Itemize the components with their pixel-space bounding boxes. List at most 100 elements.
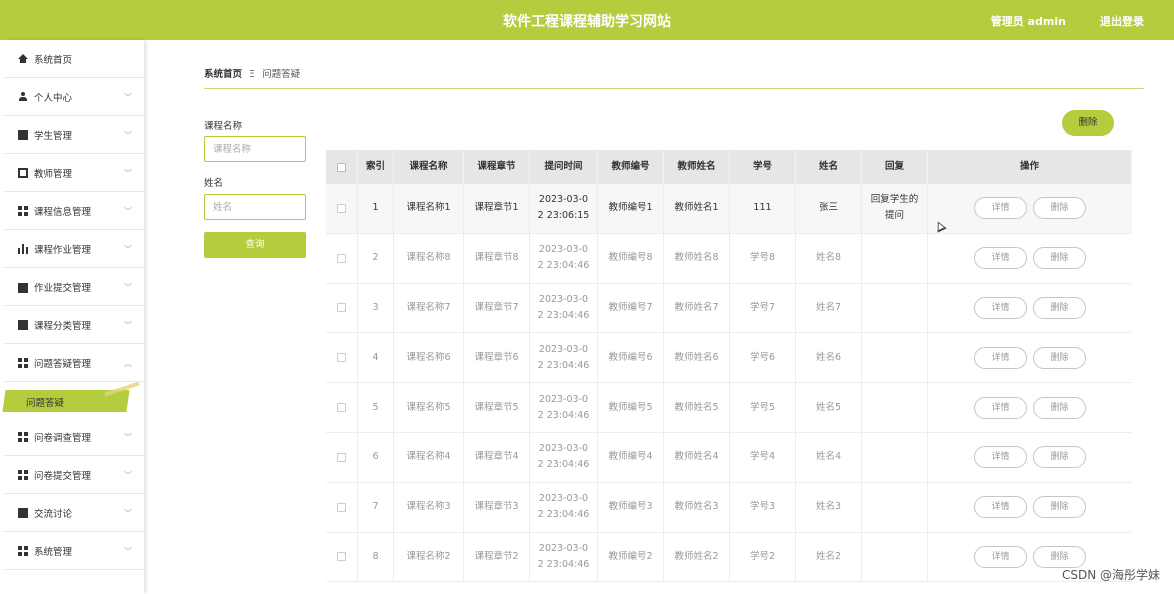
cell-course: 课程名称5 (394, 383, 464, 432)
detail-button[interactable]: 详情 (974, 396, 1027, 419)
sidebar-item-course-category[interactable]: 课程分类管理 ﹀ (4, 306, 144, 344)
sidebar-item-students[interactable]: 学生管理 ﹀ (4, 116, 144, 154)
sidebar-item-label: 课程分类管理 (34, 320, 92, 332)
row-select[interactable] (326, 184, 358, 233)
checkbox[interactable] (337, 253, 346, 263)
delete-button[interactable]: 删除 (1033, 247, 1086, 270)
detail-button[interactable]: 详情 (974, 545, 1027, 568)
cell-time: 2023-03-0 2 23:04:46 (530, 383, 598, 432)
delete-button[interactable]: 删除 (1033, 296, 1086, 319)
cell-student-no: 学号4 (730, 432, 796, 482)
table-row[interactable]: 5 课程名称5 课程章节5 2023-03-0 2 23:04:46 教师编号5 教师姓名… (326, 383, 1132, 433)
row-actions: 详情 删除 (928, 483, 1132, 532)
batch-delete-button[interactable]: 删除 (1062, 110, 1114, 136)
breadcrumb-separator: Ξ (249, 69, 256, 80)
bar-chart-icon (18, 243, 28, 254)
table-row[interactable]: 2 课程名称8 课程章节8 2023-03-0 2 23:04:46 教师编号8 教师姓名… (326, 233, 1132, 284)
sidebar-item-teachers[interactable]: 教师管理 ﹀ (4, 154, 144, 192)
cell-student-no: 学号7 (730, 283, 796, 333)
table-row[interactable]: 6 课程名称4 课程章节4 2023-03-0 2 23:04:46 教师编号4 教师姓名… (326, 432, 1132, 483)
row-select[interactable] (326, 383, 358, 432)
checkbox[interactable] (337, 162, 346, 172)
cell-chapter: 课程章节5 (464, 383, 530, 432)
cell-name: 姓名3 (796, 482, 862, 532)
detail-button[interactable]: 详情 (974, 197, 1027, 220)
table-row[interactable]: 1 课程名称1 课程章节1 2023-03-0 2 23:06:15 教师编号1 教师姓名… (326, 184, 1132, 234)
cell-chapter: 课程章节2 (464, 532, 530, 582)
row-select[interactable] (326, 283, 358, 333)
cell-index: 3 (358, 283, 394, 333)
checkbox[interactable] (337, 552, 346, 562)
cell-reply (862, 233, 928, 283)
detail-button[interactable]: 详情 (974, 247, 1027, 270)
sidebar-subitem-qa[interactable]: 问题答疑 (2, 381, 144, 418)
sidebar-item-personal-center[interactable]: 个人中心 ﹀ (4, 78, 144, 116)
header-cell: 索引 (358, 150, 394, 184)
logout-link[interactable]: 退出登录 (1100, 13, 1144, 29)
row-select[interactable] (326, 233, 358, 283)
cell-chapter: 课程章节4 (464, 432, 530, 482)
cell-name: 姓名5 (796, 383, 862, 432)
cell-teacher-no: 教师编号5 (598, 383, 664, 432)
watermark: CSDN @海彤学妹 (1061, 568, 1160, 582)
cell-reply: 回复学生的 提问 (862, 184, 928, 233)
sidebar-item-survey-submit[interactable]: 问卷提交管理 ﹀ (4, 456, 144, 494)
sidebar-item-survey-management[interactable]: 问卷调查管理 ﹀ (4, 418, 144, 456)
detail-button[interactable]: 详情 (974, 496, 1027, 519)
cell-student-no: 111 (730, 184, 796, 233)
table-row[interactable]: 7 课程名称3 课程章节3 2023-03-0 2 23:04:46 教师编号3 教师姓名… (326, 482, 1132, 533)
cell-teacher-no: 教师编号4 (598, 432, 664, 482)
checkbox[interactable] (337, 452, 346, 462)
checkbox[interactable] (337, 203, 346, 213)
checkbox[interactable] (337, 403, 346, 413)
cell-chapter: 课程章节7 (464, 283, 530, 333)
name-label: 姓名 (204, 178, 224, 189)
header-cell: 课程章节 (464, 150, 530, 184)
sidebar-item-qa-management[interactable]: 问题答疑管理 ︿ (4, 344, 144, 382)
row-select[interactable] (326, 532, 358, 582)
delete-button[interactable]: 删除 (1033, 197, 1086, 220)
sidebar-item-discussion[interactable]: 交流讨论 ﹀ (4, 494, 144, 532)
sidebar-item-label: 交流讨论 (34, 508, 73, 520)
detail-button[interactable]: 详情 (974, 296, 1027, 319)
delete-button[interactable]: 删除 (1033, 545, 1086, 568)
table-row[interactable]: 4 课程名称6 课程章节6 2023-03-0 2 23:04:46 教师编号6 教师姓名… (326, 333, 1132, 384)
header-cell: 回复 (862, 150, 928, 184)
search-button[interactable]: 查询 (204, 232, 306, 258)
sidebar-item-course-homework[interactable]: 课程作业管理 ﹀ (4, 230, 144, 268)
detail-button[interactable]: 详情 (974, 446, 1027, 469)
delete-button[interactable]: 删除 (1033, 346, 1086, 369)
delete-button[interactable]: 删除 (1033, 396, 1086, 419)
row-select[interactable] (326, 333, 358, 383)
cell-index: 1 (358, 184, 394, 233)
delete-button[interactable]: 删除 (1033, 496, 1086, 519)
table-row[interactable]: 8 课程名称2 课程章节2 2023-03-0 2 23:04:46 教师编号2 教师姓名… (326, 532, 1132, 583)
checkbox[interactable] (337, 353, 346, 363)
sidebar-item-system[interactable]: 系统管理 ﹀ (4, 532, 144, 570)
grid-icon (18, 469, 28, 480)
cell-index: 2 (358, 233, 394, 283)
cell-time: 2023-03-0 2 23:04:46 (530, 482, 598, 532)
sidebar-item-course-info[interactable]: 课程信息管理 ﹀ (4, 192, 144, 230)
chevron-down-icon: ﹀ (124, 207, 132, 216)
row-select[interactable] (326, 482, 358, 532)
chevron-down-icon: ﹀ (124, 433, 132, 442)
grid-icon (18, 545, 28, 556)
row-select[interactable] (326, 432, 358, 482)
cell-reply (862, 532, 928, 582)
delete-button[interactable]: 删除 (1033, 446, 1086, 469)
table-body: 1 课程名称1 课程章节1 2023-03-0 2 23:06:15 教师编号1 教师姓名… (326, 184, 1132, 583)
detail-button[interactable]: 详情 (974, 346, 1027, 369)
name-input[interactable] (204, 194, 306, 220)
sidebar-subitem-label: 问题答疑 (26, 398, 65, 409)
header-select-all[interactable] (326, 150, 358, 184)
checkbox[interactable] (337, 303, 346, 313)
breadcrumb-home[interactable]: 系统首页 (204, 69, 242, 80)
checkbox[interactable] (337, 502, 346, 512)
sidebar-item-home[interactable]: 系统首页 (4, 40, 144, 78)
cell-index: 5 (358, 383, 394, 432)
sidebar-item-label: 问题答疑管理 (34, 358, 92, 370)
sidebar-item-homework-submit[interactable]: 作业提交管理 ﹀ (4, 268, 144, 306)
course-name-input[interactable] (204, 136, 306, 162)
table-row[interactable]: 3 课程名称7 课程章节7 2023-03-0 2 23:04:46 教师编号7 教师姓名… (326, 283, 1132, 334)
